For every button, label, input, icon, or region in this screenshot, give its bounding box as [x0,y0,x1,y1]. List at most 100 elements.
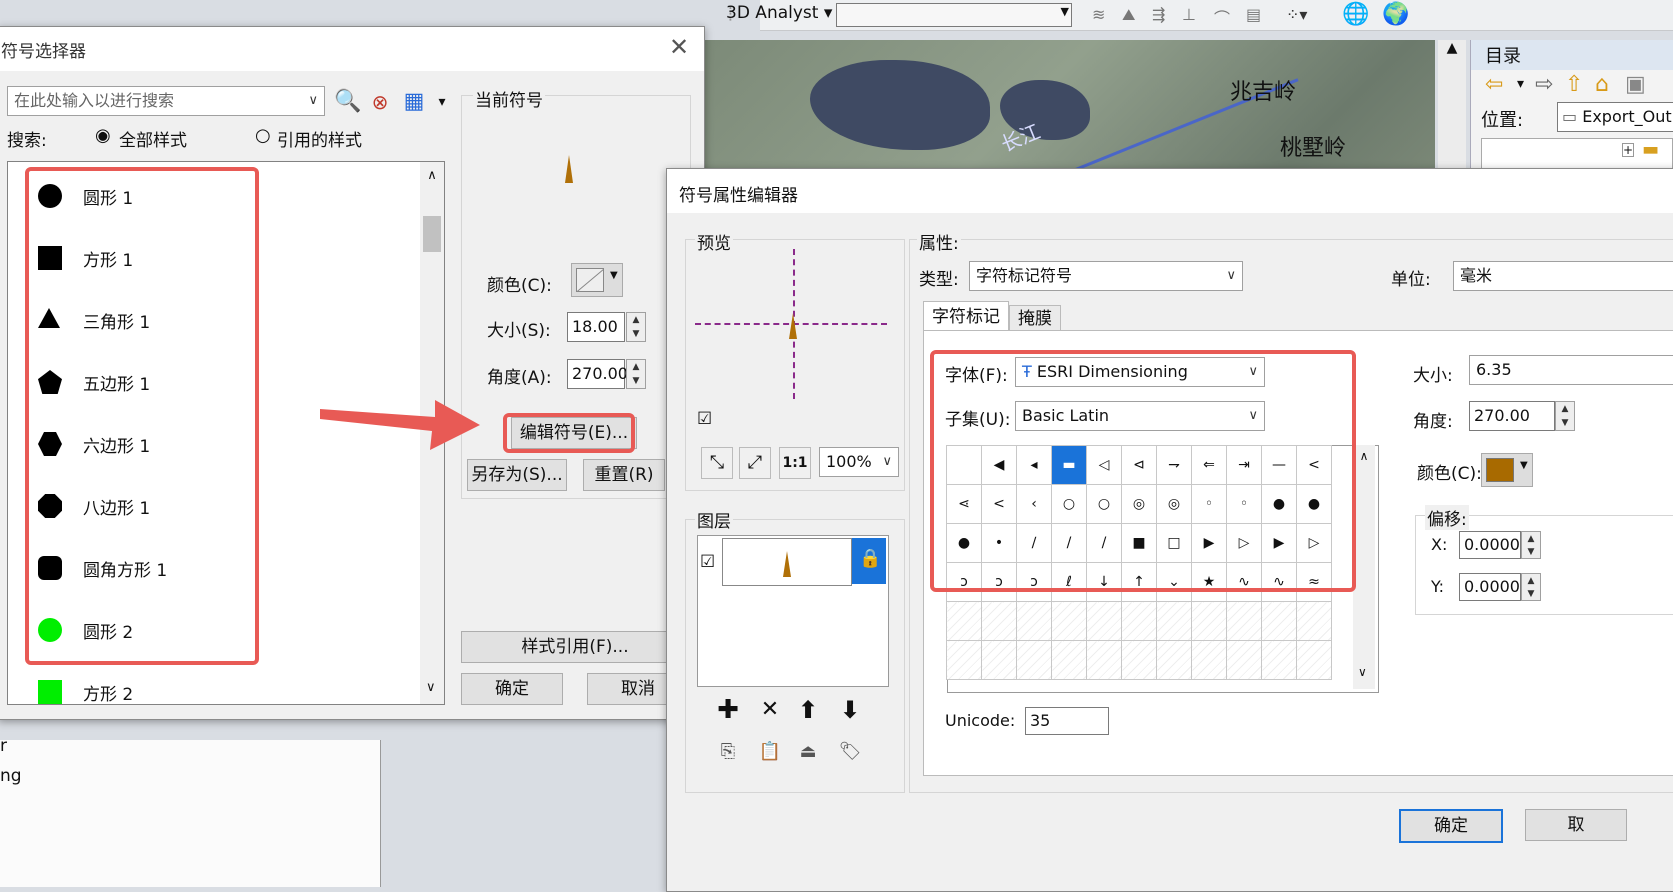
location-field[interactable]: ▭ Export_Out [1557,102,1673,132]
map-scrollbar[interactable]: ▲ [1438,40,1466,180]
ok-button[interactable]: 确定 [1399,809,1503,843]
actual-size-icon[interactable]: 1:1 [779,447,811,479]
search-input[interactable]: 在此处输入以进行搜索 ∨ [7,86,325,116]
export-layer-icon[interactable]: ⏏ [793,737,823,767]
glyph-cell[interactable] [1156,601,1192,641]
ok-button[interactable]: 确定 [461,673,563,705]
layer-lock-icon[interactable]: 🔒 [852,538,886,584]
expand-icon[interactable]: + [1622,143,1635,157]
layer-combo[interactable]: ▼ [836,3,1072,27]
copy-layer-icon[interactable]: ⎘ [713,737,743,767]
reset-button[interactable]: 重置(R) [583,459,665,491]
scroll-thumb[interactable] [423,216,441,252]
forward-icon[interactable]: ⇨ [1535,72,1553,97]
catalog-tree[interactable]: + ▬ [1481,138,1673,170]
radio-all-styles[interactable]: ◉ [95,125,111,146]
remove-layer-icon[interactable]: ✕ [755,695,785,725]
angle-stepper[interactable]: ▲ ▼ [626,359,646,389]
back-dropdown-icon[interactable]: ▾ [1517,76,1524,92]
glyph-cell[interactable] [1261,601,1297,641]
symbol-item[interactable]: 方形 2 [38,672,418,704]
char-color-picker[interactable]: ▼ [1481,453,1533,487]
tab-character-marker[interactable]: 字符标记 [923,301,1009,332]
glyph-cell[interactable] [1296,640,1332,680]
layers-list[interactable]: ☑ 🔒 [697,535,889,687]
move-up-icon[interactable]: ⬆ [793,695,823,725]
tab-mask[interactable]: 掩膜 [1009,305,1061,332]
offset-y-stepper[interactable]: ▲ ▼ [1521,573,1541,601]
zoom-select[interactable]: 100% ∨ [819,447,899,477]
back-icon[interactable]: ⇦ [1485,72,1503,97]
scroll-down-icon[interactable]: ∨ [426,680,436,695]
point-profile-icon[interactable]: ⊥ [1182,5,1196,24]
offset-y-input[interactable]: 0.0000 [1459,573,1521,601]
interpolate-line-icon[interactable]: ⌒ [1214,5,1230,29]
toc-item[interactable]: r [0,736,7,756]
toc-item[interactable]: ng [0,766,22,786]
glyph-cell[interactable] [1226,601,1262,641]
unit-select[interactable]: 毫米 [1453,261,1673,291]
glyph-cell[interactable] [1086,640,1122,680]
glyph-cell[interactable] [1156,640,1192,680]
paste-layer-icon[interactable]: 📋 [755,737,785,767]
database-icon[interactable]: ▣ [1625,72,1646,97]
contour-icon[interactable]: ≋ [1092,5,1105,24]
char-angle-input[interactable]: 270.00 [1469,401,1555,431]
glyph-cell[interactable] [981,640,1017,680]
arcglobe-icon[interactable]: 🌍 [1382,2,1409,27]
save-as-button[interactable]: 另存为(S)... [467,459,567,491]
clear-search-icon[interactable]: ⊗ [365,87,395,117]
tag-icon[interactable]: 🏷 [835,737,865,767]
glyph-cell[interactable] [1191,601,1227,641]
glyph-cell[interactable] [1016,601,1052,641]
preview-checkbox[interactable]: ☑ [697,409,712,429]
layer-visible-checkbox[interactable]: ☑ [700,552,715,572]
glyph-scrollbar[interactable]: ∧ ∨ [1353,445,1375,689]
search-icon[interactable]: 🔍 [333,87,363,117]
char-angle-stepper[interactable]: ▲ ▼ [1555,401,1575,431]
char-size-select[interactable]: 6.35 [1469,355,1673,385]
up-folder-icon[interactable]: ⇧ [1565,72,1583,97]
analyst-menu[interactable]: 3D Analyst ▾ [726,3,832,23]
radio-referenced-styles[interactable]: ○ [255,125,271,146]
steepest-path-icon[interactable]: ⛰ [1122,5,1135,25]
glyph-cell[interactable] [981,601,1017,641]
size-stepper[interactable]: ▲ ▼ [626,312,646,342]
offset-x-input[interactable]: 0.0000 [1459,531,1521,559]
glyph-cell[interactable] [946,640,982,680]
glyph-cell[interactable] [1121,640,1157,680]
angle-input[interactable]: 270.00 [567,359,628,389]
cancel-button[interactable]: 取 [1525,809,1627,841]
home-icon[interactable]: ⌂ [1595,72,1609,97]
scatter-icon[interactable]: ⁘▾ [1286,5,1307,24]
offset-x-stepper[interactable]: ▲ ▼ [1521,531,1541,559]
glyph-cell[interactable] [1261,640,1297,680]
glyph-cell[interactable] [1051,601,1087,641]
add-layer-icon[interactable]: ✚ [713,695,743,725]
move-down-icon[interactable]: ⬇ [835,695,865,725]
glyph-cell[interactable] [1121,601,1157,641]
style-references-button[interactable]: 样式引用(F)... [461,631,689,663]
close-icon[interactable]: ✕ [669,33,689,61]
zoom-in-icon[interactable]: ⤢ [739,447,771,479]
layer-item[interactable] [722,538,852,586]
profile-graph-icon[interactable]: ▤ [1246,5,1261,24]
zoom-out-icon[interactable]: ⤡ [701,447,733,479]
color-picker[interactable]: ▼ [571,263,623,297]
glyph-cell[interactable] [1296,601,1332,641]
unicode-input[interactable]: 35 [1025,707,1109,735]
glyph-cell[interactable] [1051,640,1087,680]
chevron-down-icon[interactable]: ▾ [427,87,457,117]
scroll-up-icon[interactable]: ∧ [420,162,444,183]
preview-label: 预览 [695,229,733,254]
glyph-cell[interactable] [1226,640,1262,680]
arcscene-globe-icon[interactable]: 🌐 [1342,2,1369,27]
glyph-cell[interactable] [946,601,982,641]
type-select[interactable]: 字符标记符号 ∨ [969,261,1243,291]
glyph-cell[interactable] [1086,601,1122,641]
glyph-cell[interactable] [1016,640,1052,680]
view-options-icon[interactable]: ▦ [399,87,429,117]
glyph-cell[interactable] [1191,640,1227,680]
line-of-sight-icon[interactable]: ⇶ [1152,5,1165,24]
size-input[interactable]: 18.00 [567,312,625,342]
